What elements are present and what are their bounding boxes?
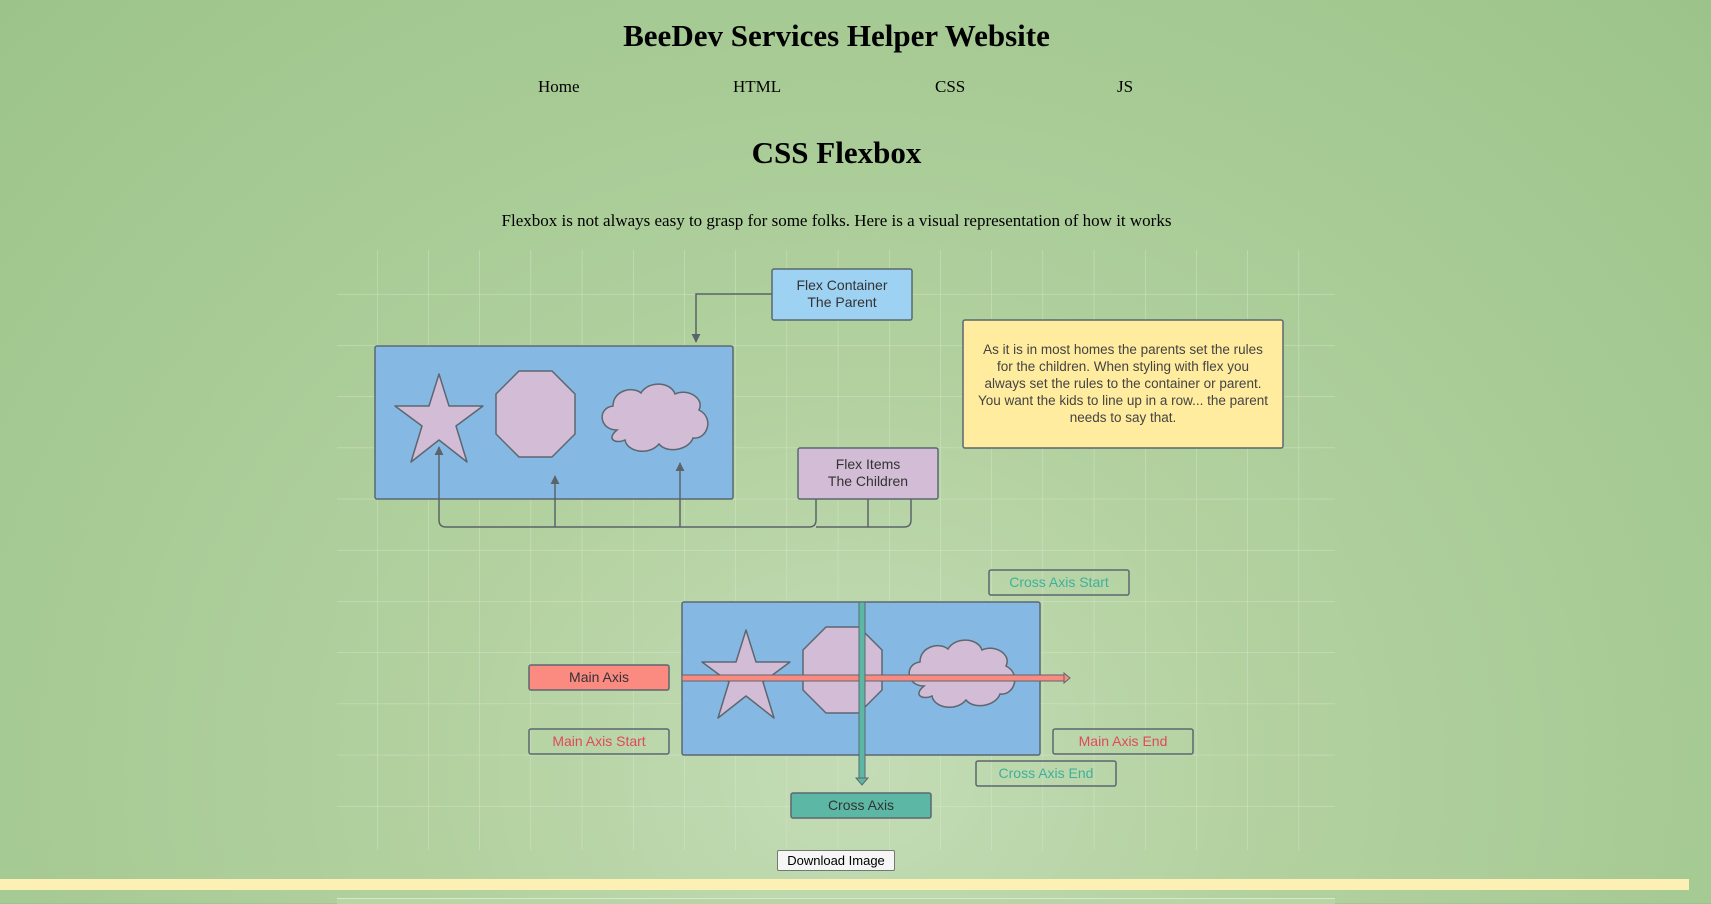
page-heading: CSS Flexbox bbox=[751, 135, 922, 170]
nav-link-js[interactable]: JS bbox=[1117, 77, 1133, 97]
flexbox-diagram: Flex Container The Parent As it is in mo… bbox=[337, 250, 1335, 850]
nav-link-html[interactable]: HTML bbox=[733, 77, 781, 97]
flex-container-label-2: The Parent bbox=[807, 294, 876, 310]
intro-text: Flexbox is not always easy to grasp for … bbox=[501, 211, 1172, 230]
bottom-bar bbox=[0, 879, 1689, 890]
flex-items-label-1: Flex Items bbox=[836, 456, 901, 472]
flex-items-label-2: The Children bbox=[828, 473, 908, 489]
main-axis-end-label: Main Axis End bbox=[1079, 733, 1168, 749]
main-axis-arrow bbox=[681, 674, 1065, 682]
note-line-5: needs to say that. bbox=[1070, 410, 1177, 425]
next-section-peek bbox=[337, 898, 1335, 904]
cross-axis-arrow bbox=[858, 601, 866, 779]
main-axis-start-label: Main Axis Start bbox=[552, 733, 645, 749]
flex-container-label-1: Flex Container bbox=[796, 277, 887, 293]
cloud-shape bbox=[601, 383, 709, 452]
nav-link-home[interactable]: Home bbox=[538, 77, 580, 97]
axis-cloud-shape bbox=[908, 639, 1016, 708]
note-line-1: As it is in most homes the parents set t… bbox=[983, 342, 1263, 357]
site-title: BeeDev Services Helper Website bbox=[623, 18, 1050, 53]
main-axis-label: Main Axis bbox=[569, 669, 629, 685]
flexbox-diagram-svg: Flex Container The Parent As it is in mo… bbox=[337, 250, 1335, 850]
cross-axis-start-label: Cross Axis Start bbox=[1009, 574, 1109, 590]
nav-link-css[interactable]: CSS bbox=[935, 77, 965, 97]
axis-octagon-shape bbox=[802, 626, 883, 714]
note-line-4: You want the kids to line up in a row...… bbox=[978, 393, 1268, 408]
download-image-button[interactable]: Download Image bbox=[777, 850, 895, 871]
note-line-3: always set the rules to the container or… bbox=[985, 376, 1262, 391]
cross-axis-label: Cross Axis bbox=[828, 797, 894, 813]
cross-axis-end-label: Cross Axis End bbox=[999, 765, 1094, 781]
octagon-shape bbox=[495, 370, 576, 458]
note-line-2: for the children. When styling with flex… bbox=[997, 359, 1249, 374]
main-nav: Home HTML CSS JS bbox=[0, 77, 1711, 101]
